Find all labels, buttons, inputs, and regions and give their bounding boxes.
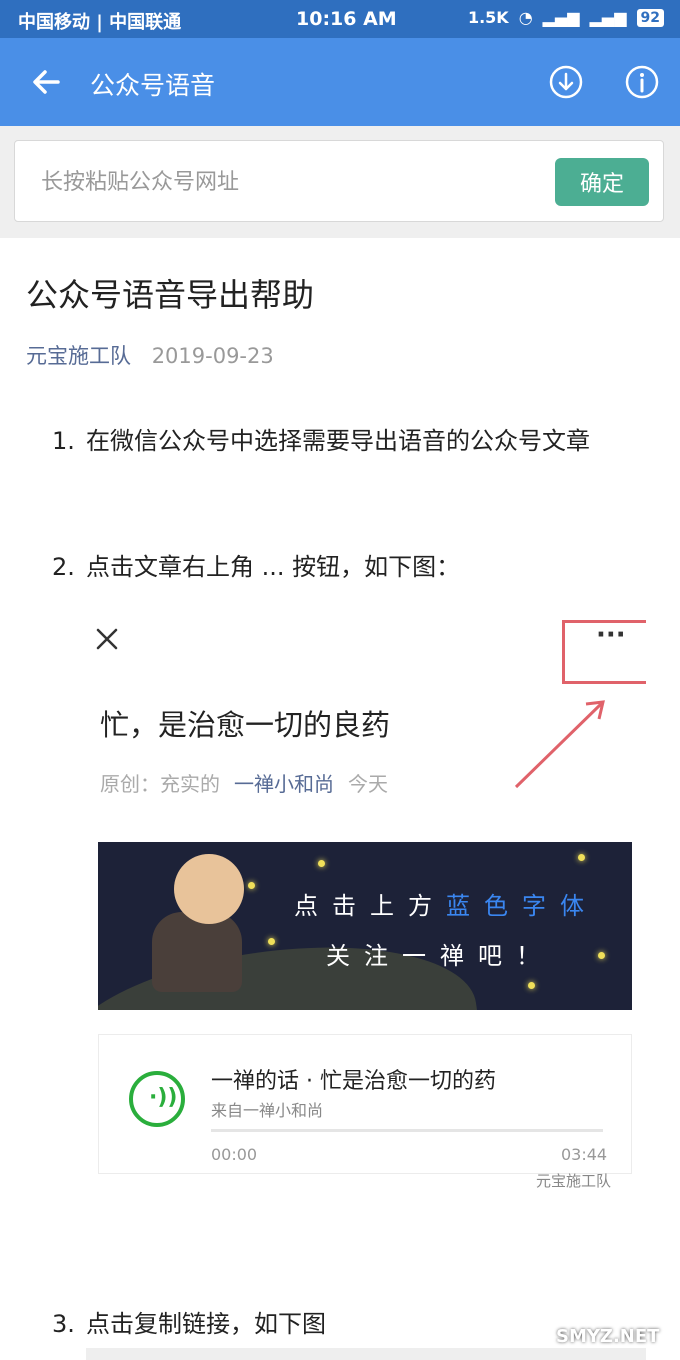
banner-line-1: 点击上方蓝色字体 (294, 886, 598, 921)
more-icon: ··· (596, 620, 626, 650)
back-arrow-icon[interactable] (28, 64, 64, 100)
publish-date: 2019-09-23 (151, 344, 274, 368)
clock: 10:16 AM (296, 8, 397, 30)
step-1: 1. 在微信公众号中选择需要导出语音的公众号文章 (52, 420, 662, 504)
author-link[interactable]: 元宝施工队 (26, 344, 131, 368)
battery-icon: 92 (636, 8, 664, 27)
status-bar: 中国移动 | 中国联通 10:16 AM 1.5K ◔ ▂▄▆ ▂▄▆ 92 (0, 0, 680, 38)
firefly (248, 882, 255, 889)
status-icons: 1.5K ◔ ▂▄▆ ▂▄▆ 92 (468, 8, 664, 27)
site-watermark: SMYZ.NET (556, 1326, 660, 1347)
page-title: 公众号语音 (90, 71, 216, 100)
article-meta: 元宝施工队 2019-09-23 (26, 340, 274, 370)
confirm-button[interactable]: 确定 (555, 158, 649, 206)
audio-time-end: 03:44 (561, 1145, 608, 1164)
audio-play-icon: ·)) (129, 1071, 185, 1127)
firefly (528, 982, 535, 989)
audio-card: ·)) 一禅的话 · 忙是治愈一切的药 来自一禅小和尚 00:00 03:44 (98, 1034, 632, 1174)
step-2: 2. 点击文章右上角 ... 按钮，如下图： (52, 546, 662, 588)
pointer-arrow-icon (514, 700, 605, 789)
monk-body (152, 912, 242, 992)
step-text: 在微信公众号中选择需要导出语音的公众号文章 (86, 427, 590, 455)
audio-time-start: 00:00 (211, 1145, 258, 1164)
shot-meta-prefix: 原创：充实的 (100, 772, 220, 796)
banner-line-1b: 蓝色字体 (446, 892, 598, 920)
wifi-icon: ◔ (518, 8, 533, 27)
shot-article-meta: 原创：充实的 一禅小和尚 今天 (100, 768, 388, 797)
example-screenshot-1: ··· 忙，是治愈一切的良药 原创：充实的 一禅小和尚 今天 点击上方蓝色字体 关注… (86, 592, 646, 1202)
firefly (268, 938, 275, 945)
net-speed: 1.5K (467, 8, 509, 27)
banner-line-2: 关注一禅吧！ (326, 942, 554, 970)
url-input-panel: 确定 (0, 126, 680, 238)
shot-account: 一禅小和尚 (234, 772, 334, 796)
firefly (598, 952, 605, 959)
firefly (318, 860, 325, 867)
audio-source: 来自一禅小和尚 (211, 1101, 324, 1120)
close-icon (96, 628, 118, 650)
monk-head (174, 854, 244, 924)
step-number: 1. (52, 427, 75, 455)
banner-image: 点击上方蓝色字体 关注一禅吧！ (98, 842, 632, 1010)
audio-title: 一禅的话 · 忙是治愈一切的药 (211, 1069, 496, 1094)
info-icon[interactable] (624, 64, 660, 100)
signal-icon-2: ▂▄▆ (589, 8, 627, 27)
shot-meta-suffix: 今天 (348, 772, 388, 796)
shot-article-title: 忙，是治愈一切的良药 (100, 708, 391, 742)
step-number: 2. (52, 553, 75, 581)
watermark: 元宝施工队 (536, 1172, 612, 1190)
step-text: 点击文章右上角 ... 按钮，如下图： (86, 553, 461, 581)
article-title: 公众号语音导出帮助 (26, 276, 315, 314)
app-bar: 公众号语音 (0, 38, 680, 126)
example-screenshot-2 (86, 1348, 646, 1360)
signal-icon: ▂▄▆ (542, 8, 580, 27)
url-input[interactable] (39, 163, 523, 201)
url-input-box: 确定 (14, 140, 664, 222)
download-icon[interactable] (548, 64, 584, 100)
audio-progress (211, 1129, 603, 1132)
step-number: 3. (52, 1310, 75, 1338)
carrier-label: 中国移动 | 中国联通 (18, 12, 182, 33)
banner-line-1a: 点击上方 (294, 892, 446, 920)
firefly (578, 854, 585, 861)
